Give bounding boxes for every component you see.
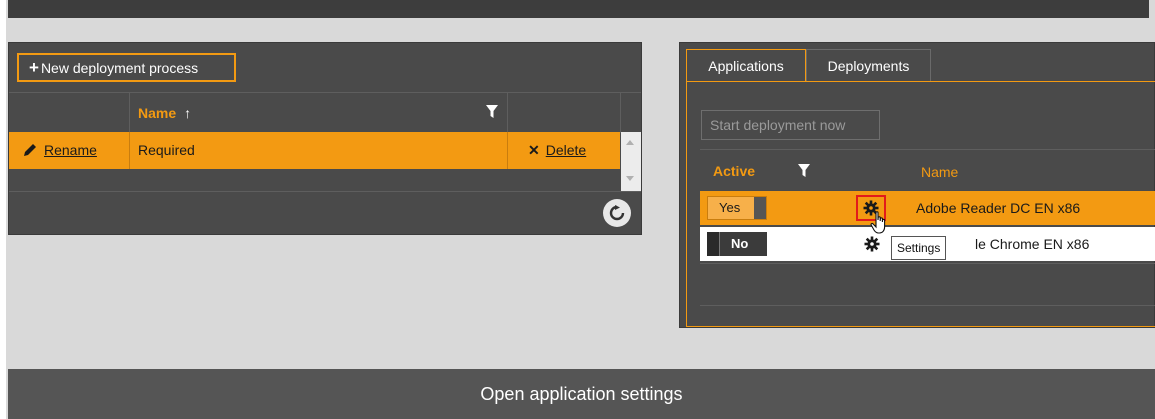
pencil-icon bbox=[24, 144, 36, 156]
active-toggle-no[interactable]: No bbox=[707, 232, 767, 256]
table-row[interactable]: Yes Adobe Reader DC EN x86 bbox=[700, 191, 1155, 225]
cell-divider bbox=[129, 132, 130, 169]
applications-panel: Applications Deployments Start deploymen… bbox=[679, 42, 1155, 328]
cell-divider bbox=[507, 132, 508, 169]
filter-icon[interactable] bbox=[798, 164, 810, 178]
toggle-knob bbox=[707, 232, 720, 256]
toggle-knob bbox=[754, 197, 766, 219]
new-deployment-process-button[interactable]: + New deployment process bbox=[17, 53, 236, 82]
applications-grid-header: Active Name bbox=[700, 149, 1155, 190]
column-divider bbox=[507, 93, 508, 132]
hand-cursor-icon bbox=[870, 211, 886, 234]
process-name-cell: Required bbox=[138, 142, 195, 158]
tab-applications[interactable]: Applications bbox=[686, 49, 806, 82]
name-column-header[interactable]: Name bbox=[921, 164, 958, 180]
sort-ascending-icon: ↑ bbox=[184, 105, 192, 121]
gear-icon[interactable] bbox=[864, 236, 880, 252]
settings-tooltip: Settings bbox=[891, 236, 947, 260]
delete-label[interactable]: Delete bbox=[546, 142, 586, 158]
tab-deployments[interactable]: Deployments bbox=[806, 49, 931, 82]
scroll-up-arrow[interactable] bbox=[626, 140, 634, 145]
close-icon: ✕ bbox=[528, 142, 540, 158]
refresh-button[interactable] bbox=[603, 199, 631, 227]
name-column-header[interactable]: Name ↑ bbox=[138, 105, 191, 121]
process-grid-header: Name ↑ bbox=[9, 92, 641, 133]
vertical-scrollbar[interactable] bbox=[621, 132, 641, 192]
toggle-label: No bbox=[731, 236, 749, 251]
active-toggle-yes[interactable]: Yes bbox=[707, 196, 767, 220]
delete-link[interactable]: ✕ Delete bbox=[528, 132, 586, 169]
active-column-header[interactable]: Active bbox=[713, 163, 755, 179]
refresh-icon bbox=[609, 205, 625, 221]
application-name: le Chrome EN x86 bbox=[975, 236, 1090, 252]
table-row[interactable]: Rename Required ✕ Delete bbox=[9, 132, 620, 169]
scroll-down-arrow[interactable] bbox=[626, 176, 634, 181]
filter-icon[interactable] bbox=[486, 105, 498, 119]
grid-divider bbox=[700, 263, 1155, 264]
caption-bar: Open application settings bbox=[8, 369, 1155, 419]
top-bar bbox=[8, 0, 1149, 18]
rename-link[interactable]: Rename bbox=[23, 132, 97, 169]
new-deployment-process-label: New deployment process bbox=[40, 60, 199, 76]
plus-icon: + bbox=[29, 58, 39, 77]
toggle-label: Yes bbox=[719, 200, 741, 215]
application-name: Adobe Reader DC EN x86 bbox=[916, 200, 1081, 216]
column-divider bbox=[129, 93, 130, 132]
grid-footer-divider bbox=[9, 191, 641, 192]
rename-label[interactable]: Rename bbox=[44, 142, 97, 158]
deployment-process-panel: + New deployment process Name ↑ Rename Req… bbox=[8, 42, 642, 235]
start-deployment-now-button[interactable]: Start deployment now bbox=[701, 110, 880, 140]
name-column-label: Name bbox=[138, 105, 177, 121]
grid-footer-divider bbox=[700, 305, 1155, 306]
column-divider bbox=[620, 93, 621, 132]
